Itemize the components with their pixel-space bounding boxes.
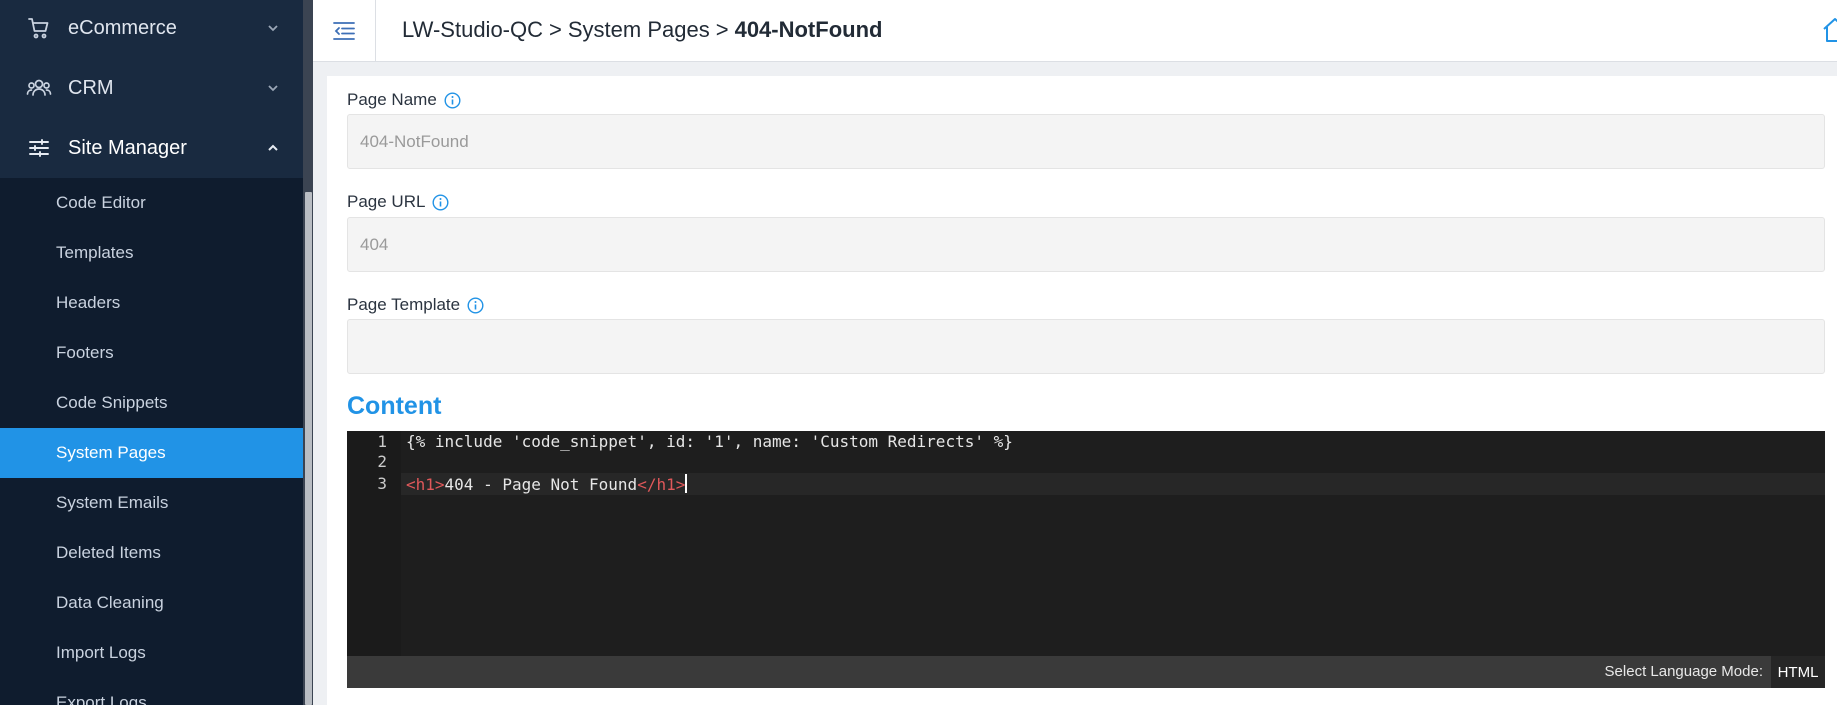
page-template-label: Page Template [347,295,484,315]
collapse-menu-icon [333,22,355,40]
sidebar-item-data-cleaning[interactable]: Data Cleaning [0,578,303,628]
top-header: LW-Studio-QC > System Pages >404-NotFound [313,0,1837,62]
page-url-input[interactable] [347,217,1825,272]
page-url-label-text: Page URL [347,192,426,211]
content-section-title: Content [347,392,442,420]
code-editor[interactable]: 1 2 3 {% include 'code_snippet', id: '1'… [347,431,1825,688]
sidebar-group-crm[interactable]: CRM [0,58,303,118]
breadcrumb-separator: > [549,17,562,42]
html-tag-text: 404 - Page Not Found [444,475,638,494]
page-name-label-text: Page Name [347,90,437,109]
sidebar-group-label: eCommerce [68,16,177,39]
sidebar-scroll-thumb[interactable] [305,192,312,705]
sidebar-item-code-snippets[interactable]: Code Snippets [0,378,303,428]
page-editor-panel: Page Name Page URL Page Template Content… [327,76,1837,705]
breadcrumb-item-site[interactable]: LW-Studio-QC [402,17,543,42]
language-mode-selector[interactable]: HTML [1771,656,1825,688]
line-number: 1 [377,432,387,451]
html-close-tag: </h1> [637,475,686,494]
sidebar-item-import-logs[interactable]: Import Logs [0,628,303,678]
info-icon[interactable] [444,91,461,109]
sidebar-item-templates[interactable]: Templates [0,228,303,278]
sidebar: eCommerce CRM Site Manager Code Editor T… [0,0,313,705]
text-cursor [685,474,688,493]
menu-toggle-button[interactable] [313,0,376,62]
sidebar-item-deleted-items[interactable]: Deleted Items [0,528,303,578]
info-icon[interactable] [432,193,449,211]
sidebar-item-system-pages[interactable]: System Pages [0,428,303,478]
sidebar-item-system-emails[interactable]: System Emails [0,478,303,528]
sidebar-group-ecommerce[interactable]: eCommerce [0,0,303,58]
code-line-3[interactable]: <h1>404 - Page Not Found</h1> [406,474,688,494]
page-template-select[interactable] [347,319,1825,374]
cart-icon [26,15,52,41]
info-icon[interactable] [467,296,484,314]
sidebar-group-label: CRM [68,76,114,99]
users-icon [26,75,52,101]
sidebar-item-export-logs[interactable]: Export Logs [0,678,303,705]
breadcrumb-current-page: 404-NotFound [734,17,883,42]
breadcrumb-separator: > [715,17,729,42]
code-line-1[interactable]: {% include 'code_snippet', id: '1', name… [406,432,1013,451]
sidebar-item-code-editor[interactable]: Code Editor [0,178,303,228]
page-name-input[interactable] [347,114,1825,169]
line-number: 3 [377,474,387,493]
sidebar-group-site-manager[interactable]: Site Manager [0,118,303,178]
page-name-label: Page Name [347,90,461,110]
html-open-tag: <h1> [406,475,445,494]
sidebar-item-headers[interactable]: Headers [0,278,303,328]
line-number: 2 [377,452,387,471]
sidebar-item-footers[interactable]: Footers [0,328,303,378]
app-root: eCommerce CRM Site Manager Code Editor T… [0,0,1837,705]
chevron-down-icon [268,85,278,92]
breadcrumb-item-system-pages[interactable]: System Pages [568,17,710,42]
language-mode-label: Select Language Mode: [1604,663,1763,680]
chevron-up-icon [268,144,278,151]
home-icon[interactable] [1821,16,1837,44]
sliders-icon [26,135,52,161]
site-manager-submenu: Code Editor Templates Headers Footers Co… [0,178,303,705]
editor-status-bar: Select Language Mode: HTML [347,656,1825,688]
chevron-down-icon [268,25,278,32]
sidebar-group-label: Site Manager [68,136,187,159]
breadcrumb: LW-Studio-QC > System Pages >404-NotFound [402,17,882,43]
page-template-label-text: Page Template [347,295,461,314]
page-url-label: Page URL [347,192,449,212]
